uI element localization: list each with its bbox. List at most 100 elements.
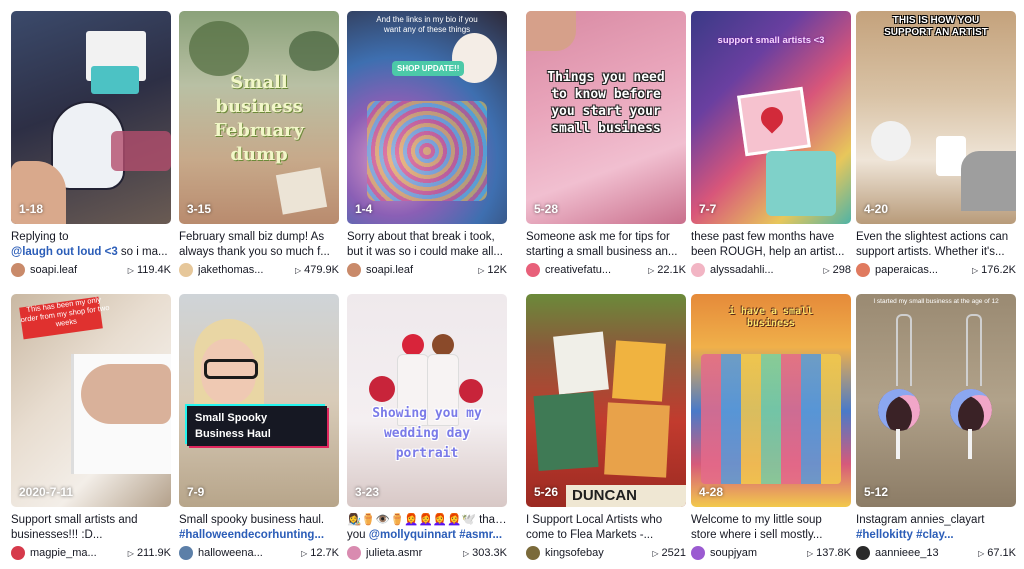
art-print [604,402,670,478]
video-meta: magpie_ma... ▷ 211.9K [11,546,171,560]
video-caption[interactable]: Replying to @laugh out loud <3 so i ma..… [11,230,171,260]
shelf-items [111,131,171,171]
mention-link[interactable]: @laugh out loud <3 [11,246,118,258]
video-meta: aannieee_13 ▷ 67.1K [856,546,1016,560]
hashtag-link[interactable]: #halloweendecorhunting... [179,528,339,543]
video-card[interactable]: Small business February dump 3-15 Februa… [179,11,339,277]
username[interactable]: creativefatu... [545,264,644,276]
username[interactable]: soapi.leaf [30,264,124,276]
video-caption[interactable]: Support small artists and businesses!!! … [11,513,171,543]
video-card[interactable]: Showing you my wedding day portrait 3-23… [347,294,507,560]
overlay-title: Small Spooky Business Haul [187,406,327,446]
caption-line: Instagram annies_clayart [856,514,985,526]
play-icon: ▷ [462,548,470,558]
video-thumbnail[interactable]: THIS IS HOW YOU SUPPORT AN ARTIST 4-20 [856,11,1016,224]
username[interactable]: paperaicas... [875,264,968,276]
video-caption[interactable]: Sorry about that break i took, but it wa… [347,230,507,260]
video-card[interactable]: Small Spooky Business Haul 7-9 Small spo… [179,294,339,560]
avatar[interactable] [526,546,540,560]
video-card[interactable]: THIS IS HOW YOU SUPPORT AN ARTIST 4-20 E… [856,11,1016,277]
video-card[interactable]: support small artists <3 7-7 these past … [691,11,851,277]
video-card[interactable]: This has been my only order from my shop… [11,294,171,560]
video-card[interactable]: And the links in my bio if you want any … [347,11,507,277]
video-card[interactable]: Things you need to know before you start… [526,11,686,277]
caption-emoji: 👩‍🎨⚱️👁️⚱️👩‍🦰👩‍🦰👩‍🦰👩‍🦰🕊️ [347,514,476,526]
video-meta: paperaicas... ▷ 176.2K [856,263,1016,277]
post-date: 7-7 [699,202,717,216]
video-caption[interactable]: Instagram annies_clayart #hellokitty #cl… [856,513,1016,543]
view-count: ▷ 119.4K [128,264,171,276]
username[interactable]: halloweena... [198,547,297,559]
avatar[interactable] [526,263,540,277]
avatar[interactable] [691,546,705,560]
avatar[interactable] [179,263,193,277]
video-caption[interactable]: Welcome to my little soup store where i … [691,513,851,543]
avatar[interactable] [856,546,870,560]
username[interactable]: aannieee_13 [875,547,974,559]
video-card[interactable]: I started my small business at the age o… [856,294,1016,560]
username[interactable]: alyssadahli... [710,264,819,276]
views-label: 67.1K [987,547,1016,559]
avatar[interactable] [347,263,361,277]
view-count: ▷ 67.1K [978,547,1016,559]
overlay-title: support small artists <3 [717,35,825,46]
video-thumbnail[interactable]: 1-18 [11,11,171,224]
video-caption[interactable]: 👩‍🎨⚱️👁️⚱️👩‍🦰👩‍🦰👩‍🦰👩‍🦰🕊️ thank you @molly… [347,513,507,543]
video-thumbnail[interactable]: support small artists <3 7-7 [691,11,851,224]
roses [459,379,483,403]
avatar[interactable] [11,263,25,277]
caption-line: Welcome to my little soup [691,514,822,526]
video-thumbnail[interactable]: And the links in my bio if you want any … [347,11,507,224]
video-caption[interactable]: these past few months have been ROUGH, h… [691,230,851,260]
video-card[interactable]: i have a small business 4-28 Welcome to … [691,294,851,560]
video-thumbnail[interactable]: Small business February dump 3-15 [179,11,339,224]
view-count: ▷ 479.9K [295,264,339,276]
glasses-icon [204,359,258,379]
caption-line: Someone ask me for tips for [526,231,670,243]
avatar[interactable] [179,546,193,560]
views-label: 12.7K [310,547,339,559]
caption-line: Replying to [11,231,69,243]
username[interactable]: magpie_ma... [30,547,124,559]
hashtag-link[interactable]: #hellokitty #clay... [856,528,1016,543]
post-date: 3-15 [187,202,212,216]
views-label: 12K [487,264,507,276]
avatar[interactable] [11,546,25,560]
video-thumbnail[interactable]: DUNCAN 5-26 [526,294,686,507]
username[interactable]: julieta.asmr [366,547,459,559]
view-count: ▷ 12.7K [301,547,339,559]
play-icon: ▷ [652,548,659,558]
play-icon: ▷ [127,265,134,275]
video-meta: soapi.leaf ▷ 12K [347,263,507,277]
username[interactable]: soapi.leaf [366,264,474,276]
video-caption[interactable]: February small biz dump! As always thank… [179,230,339,260]
video-caption[interactable]: I Support Local Artists who come to Flea… [526,513,686,543]
video-caption[interactable]: Even the slightest actions can support a… [856,230,1016,260]
post-date: 5-28 [534,202,559,216]
post-date: 4-20 [864,202,889,216]
video-caption[interactable]: Small spooky business haul. #halloweende… [179,513,339,543]
video-card[interactable]: DUNCAN 5-26 I Support Local Artists who … [526,294,686,560]
avatar[interactable] [691,263,705,277]
mention-link[interactable]: @mollyquinnart #asmr... [369,529,502,541]
username[interactable]: jakethomas... [198,264,291,276]
video-thumbnail[interactable]: i have a small business 4-28 [691,294,851,507]
video-thumbnail[interactable]: Showing you my wedding day portrait 3-23 [347,294,507,507]
earring-stick [896,429,900,459]
video-thumbnail[interactable]: Things you need to know before you start… [526,11,686,224]
avatar[interactable] [347,546,361,560]
caption-line: February small biz dump! As [179,231,325,243]
views-label: 479.9K [304,264,339,276]
caption-line: always thank you so much f... [179,246,330,258]
paper-card [275,167,328,215]
video-thumbnail[interactable]: This has been my only order from my shop… [11,294,171,507]
video-thumbnail[interactable]: I started my small business at the age o… [856,294,1016,507]
avatar[interactable] [856,263,870,277]
view-count: ▷ 22.1K [648,264,686,276]
username[interactable]: soupjyam [710,547,803,559]
video-card[interactable]: 1-18 Replying to @laugh out loud <3 so i… [11,11,171,277]
video-caption[interactable]: Someone ask me for tips for starting a s… [526,230,686,260]
video-thumbnail[interactable]: Small Spooky Business Haul 7-9 [179,294,339,507]
username[interactable]: kingsofebay [545,547,648,559]
view-count: ▷ 12K [478,264,507,276]
